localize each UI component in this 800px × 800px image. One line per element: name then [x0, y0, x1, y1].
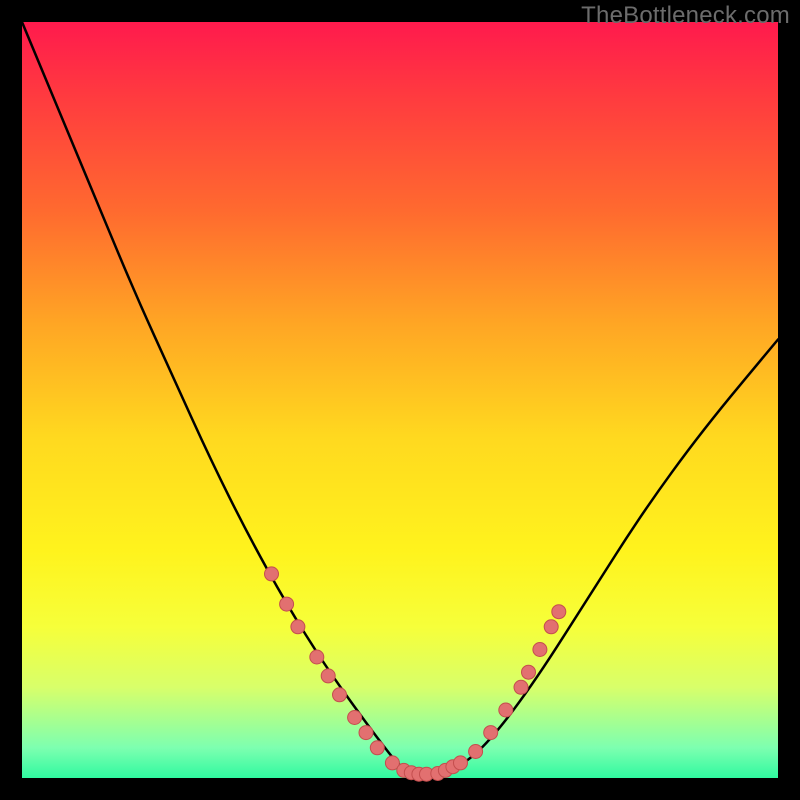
marker-dot	[321, 669, 335, 683]
bottleneck-chart	[0, 0, 800, 800]
marker-dot	[484, 726, 498, 740]
marker-dot	[359, 726, 373, 740]
marker-dot	[370, 741, 384, 755]
marker-dot	[544, 620, 558, 634]
marker-dot	[454, 756, 468, 770]
marker-dot	[348, 711, 362, 725]
marker-dot	[533, 643, 547, 657]
chart-stage: TheBottleneck.com	[0, 0, 800, 800]
marker-dot	[291, 620, 305, 634]
marker-dot	[552, 605, 566, 619]
marker-group	[265, 567, 566, 781]
marker-dot	[514, 680, 528, 694]
marker-dot	[499, 703, 513, 717]
marker-dot	[280, 597, 294, 611]
marker-dot	[469, 745, 483, 759]
marker-dot	[333, 688, 347, 702]
marker-dot	[265, 567, 279, 581]
marker-dot	[522, 665, 536, 679]
marker-dot	[310, 650, 324, 664]
curve-line	[22, 22, 778, 774]
